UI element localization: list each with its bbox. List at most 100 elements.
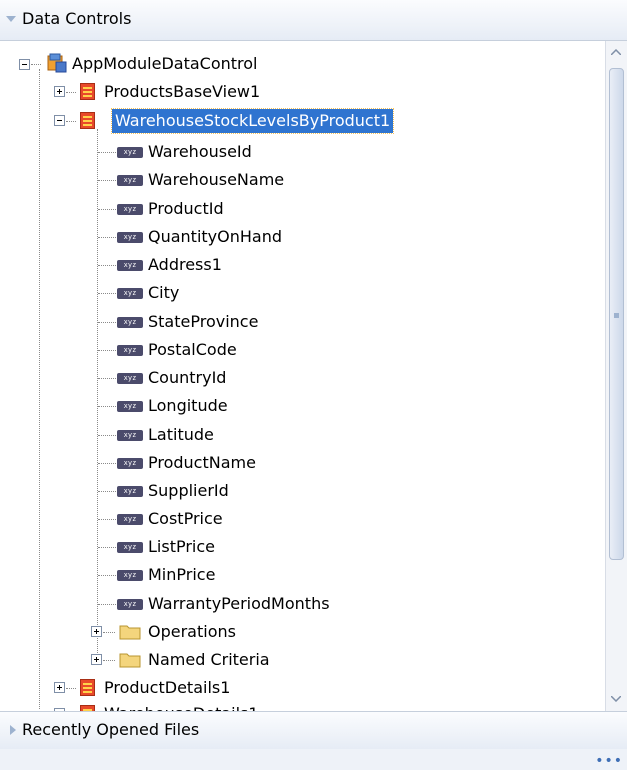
tree-node-root[interactable]: AppModuleDataControl	[0, 52, 400, 76]
view-object-icon	[80, 112, 95, 129]
tree-node-attribute[interactable]: xyz SupplierId	[0, 479, 400, 503]
tree-node-folder[interactable]: Named Criteria	[0, 648, 400, 672]
tree-node-attribute[interactable]: xyz WarrantyPeriodMonths	[0, 592, 400, 616]
tree-node-attribute[interactable]: xyz WarehouseName	[0, 168, 400, 192]
tree-node-label: City	[148, 283, 180, 302]
tree-node-attribute[interactable]: xyz QuantityOnHand	[0, 225, 400, 249]
tree-connector	[98, 180, 116, 181]
attribute-icon: xyz	[117, 599, 143, 610]
tree-node-attribute[interactable]: xyz CountryId	[0, 366, 400, 390]
tree-connector	[98, 152, 116, 153]
tree-connector	[98, 237, 116, 238]
tree-node-attribute[interactable]: xyz PostalCode	[0, 338, 400, 362]
attribute-icon: xyz	[117, 486, 143, 497]
tree-node-attribute[interactable]: xyz StateProvince	[0, 310, 400, 334]
tree-connector	[98, 435, 116, 436]
collapse-triangle-icon[interactable]	[6, 16, 16, 22]
tree-node-attribute[interactable]: xyz ProductId	[0, 197, 400, 221]
tree-connector	[98, 322, 116, 323]
tree-node-label: WarrantyPeriodMonths	[148, 594, 330, 613]
tree-node-attribute[interactable]: xyz CostPrice	[0, 507, 400, 531]
tree-connector	[66, 688, 76, 689]
tree-connector	[66, 121, 76, 122]
tree-connector	[98, 209, 116, 210]
tree-connector	[98, 463, 116, 464]
scroll-up-arrow-icon[interactable]	[611, 49, 621, 55]
tree-node-folder[interactable]: Operations	[0, 620, 400, 644]
tree-node-attribute[interactable]: xyz ProductName	[0, 451, 400, 475]
data-controls-tree[interactable]: AppModuleDataControl ProductsBaseView1 W…	[0, 41, 605, 711]
tree-node-attribute[interactable]: xyz Latitude	[0, 423, 400, 447]
tree-node-label: MinPrice	[148, 565, 216, 584]
tree-node-label: ProductsBaseView1	[104, 82, 261, 101]
tree-node-attribute[interactable]: xyz WarehouseId	[0, 140, 400, 164]
tree-node-view-object-selected[interactable]: WarehouseStockLevelsByProduct1	[0, 108, 420, 134]
tree-node-attribute[interactable]: xyz MinPrice	[0, 563, 400, 587]
tree-connector	[66, 92, 76, 93]
tree-connector	[98, 491, 116, 492]
tree-connector	[31, 64, 41, 65]
tree-node-label: Address1	[148, 255, 222, 274]
view-object-icon	[80, 83, 95, 100]
attribute-icon: xyz	[117, 570, 143, 581]
tree-node-view-object[interactable]: ProductsBaseView1	[0, 80, 400, 104]
attribute-icon: xyz	[117, 288, 143, 299]
tree-connector	[103, 660, 115, 661]
tree-connector	[98, 406, 116, 407]
collapse-toggle-icon[interactable]	[19, 59, 30, 70]
tree-node-label: SupplierId	[148, 481, 229, 500]
tree-node-label: CountryId	[148, 368, 227, 387]
vertical-scrollbar[interactable]	[605, 41, 627, 711]
attribute-icon: xyz	[117, 317, 143, 328]
recently-opened-files-header[interactable]: Recently Opened Files	[0, 711, 627, 750]
collapse-toggle-icon[interactable]	[54, 115, 65, 126]
tree-node-label: AppModuleDataControl	[72, 54, 258, 73]
tree-node-label: WarehouseDetails1	[101, 702, 262, 711]
attribute-icon: xyz	[117, 514, 143, 525]
expand-toggle-icon[interactable]	[54, 682, 65, 693]
tree-node-label: ListPrice	[148, 537, 215, 556]
attribute-icon: xyz	[117, 458, 143, 469]
expand-toggle-icon[interactable]	[54, 86, 65, 97]
tree-node-attribute[interactable]: xyz City	[0, 281, 400, 305]
tree-node-label: Longitude	[148, 396, 228, 415]
tree-node-view-object[interactable]: WarehouseDetails1	[0, 702, 400, 711]
tree-node-label: ProductId	[148, 199, 224, 218]
attribute-icon: xyz	[117, 542, 143, 553]
tree-node-label: WarehouseStockLevelsByProduct1	[110, 108, 395, 134]
tree-connector	[98, 547, 116, 548]
panel-title: Data Controls	[22, 9, 132, 28]
folder-icon	[119, 625, 141, 640]
data-controls-header[interactable]: Data Controls	[0, 0, 627, 41]
expand-triangle-icon[interactable]	[10, 725, 16, 735]
tree-node-attribute[interactable]: xyz ListPrice	[0, 535, 400, 559]
view-object-icon	[80, 679, 95, 696]
tree-node-label: QuantityOnHand	[148, 227, 283, 246]
expand-toggle-icon[interactable]	[91, 626, 102, 637]
tree-node-label: PostalCode	[148, 340, 237, 359]
scrollbar-thumb[interactable]	[609, 68, 624, 560]
tree-node-label: CostPrice	[148, 509, 223, 528]
tree-connector	[98, 265, 116, 266]
tree-node-label: ProductDetails1	[104, 678, 231, 697]
tree-connector	[98, 575, 116, 576]
tree-connector	[98, 378, 116, 379]
expand-toggle-icon[interactable]	[91, 654, 102, 665]
tree-node-label: WarehouseName	[148, 170, 285, 189]
application-module-icon	[47, 53, 67, 73]
section-title: Recently Opened Files	[22, 720, 200, 739]
tree-connector	[98, 350, 116, 351]
overflow-dots-icon[interactable]: •••	[595, 753, 623, 769]
scroll-down-arrow-icon[interactable]	[611, 696, 621, 702]
scroll-grip-icon	[614, 313, 619, 318]
attribute-icon: xyz	[117, 345, 143, 356]
tree-node-attribute[interactable]: xyz Address1	[0, 253, 400, 277]
tree-node-view-object[interactable]: ProductDetails1	[0, 676, 400, 700]
tree-connector	[98, 604, 116, 605]
attribute-icon: xyz	[117, 401, 143, 412]
attribute-icon: xyz	[117, 430, 143, 441]
tree-node-label: ProductName	[148, 453, 256, 472]
tree-node-attribute[interactable]: xyz Longitude	[0, 394, 400, 418]
tree-connector	[103, 632, 115, 633]
attribute-icon: xyz	[117, 373, 143, 384]
